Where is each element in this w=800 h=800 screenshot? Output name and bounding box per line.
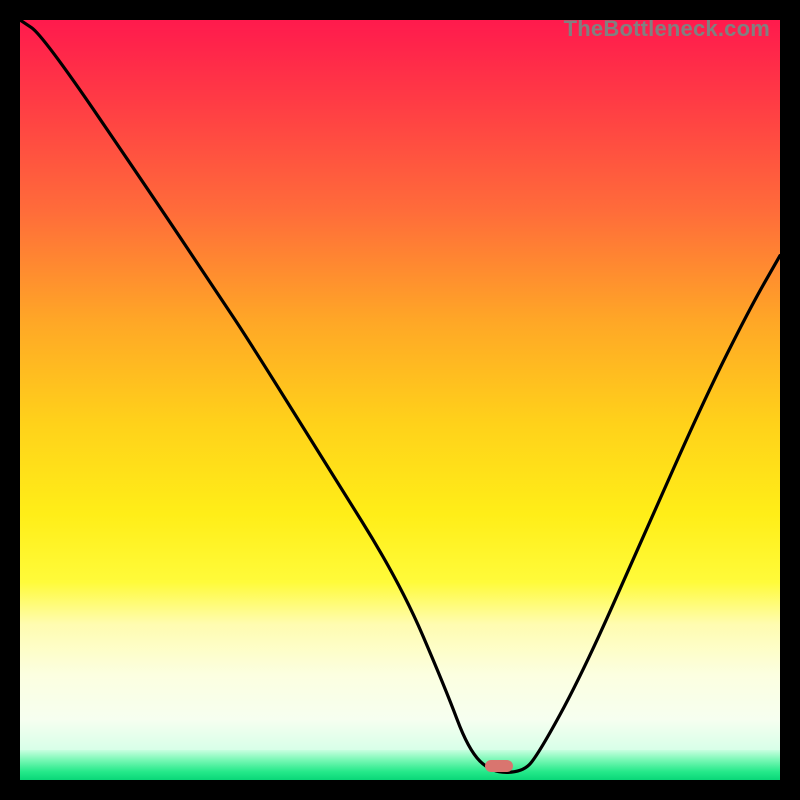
- bg-gradient-pale: [20, 582, 780, 749]
- bg-gradient-green: [20, 750, 780, 780]
- watermark-text: TheBottleneck.com: [564, 16, 770, 42]
- chart-container: TheBottleneck.com: [0, 0, 800, 800]
- bg-gradient-hot: [20, 20, 780, 582]
- optimal-marker: [485, 760, 513, 772]
- plot-area: TheBottleneck.com: [14, 14, 786, 786]
